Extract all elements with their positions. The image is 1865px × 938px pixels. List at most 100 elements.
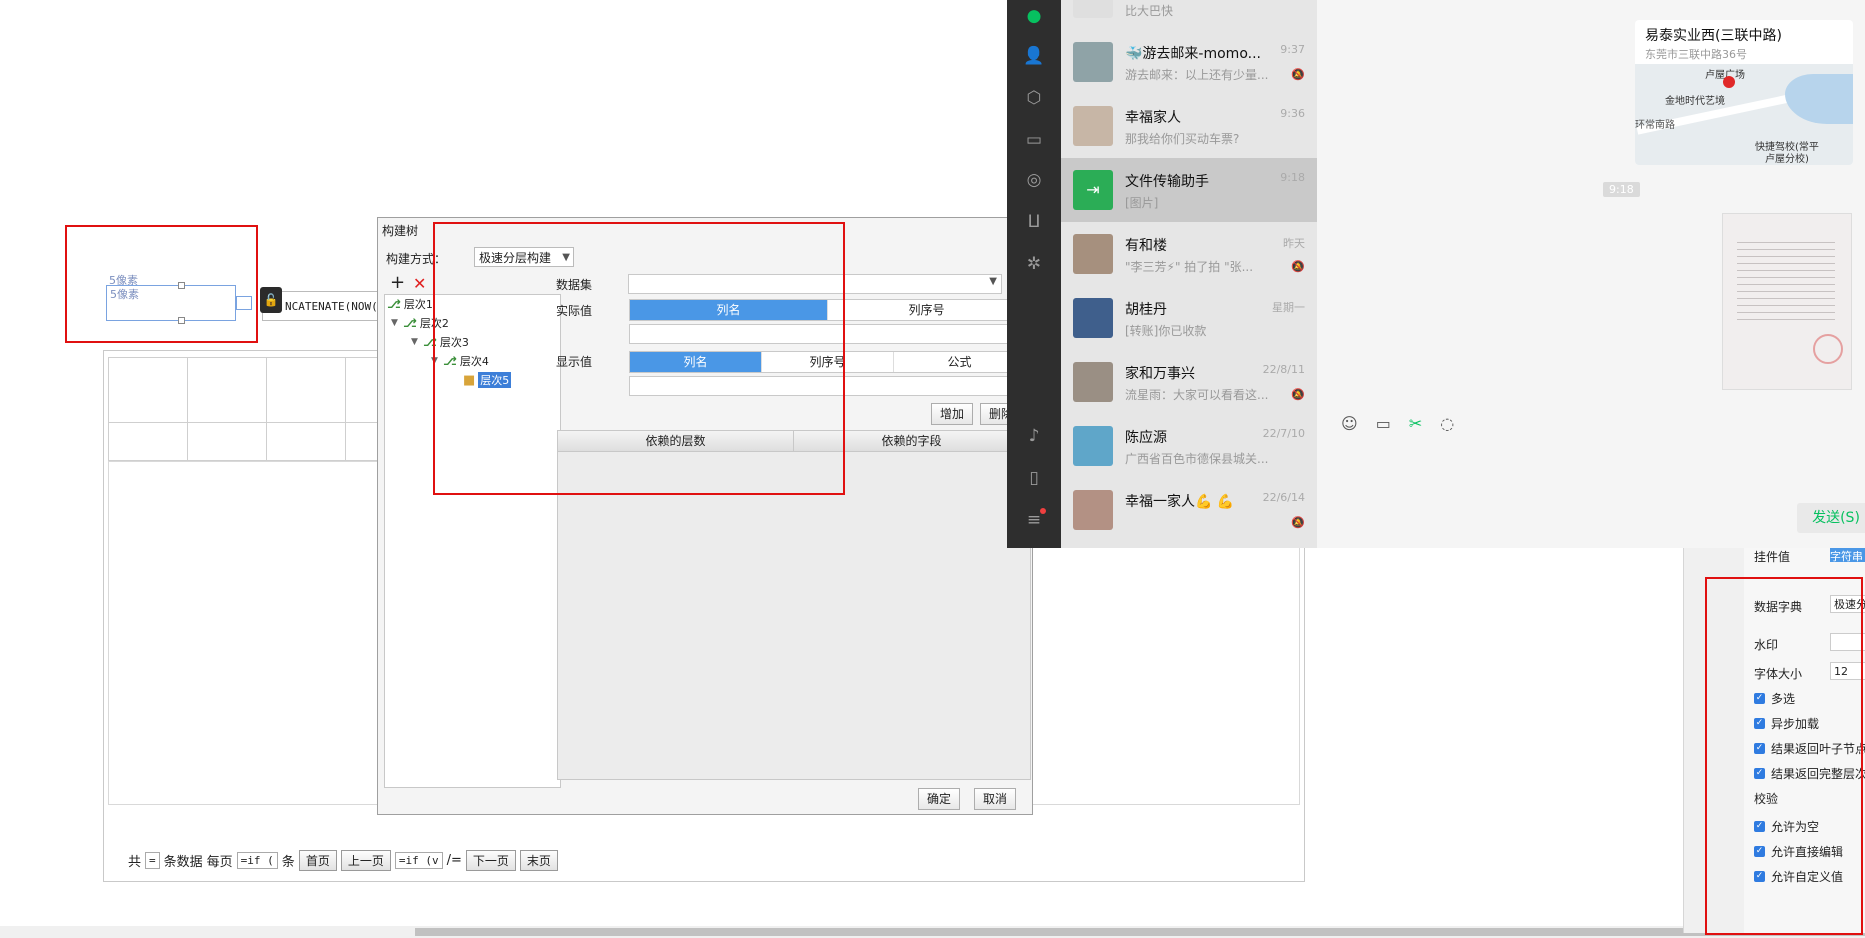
grid-cell[interactable] [266,357,346,423]
dataset-select[interactable]: ▼ [628,274,1002,294]
checkbox-multi[interactable]: ✓ 多选 [1754,690,1795,707]
mute-icon: 🔕 [1291,516,1305,529]
dep-col-level[interactable]: 依赖的层数 [558,431,794,451]
expand-arrow-icon[interactable]: ▼ [411,337,420,347]
build-tree-dialog: 构建树 构建方式： 极速分层构建 ▼ + ✕ ⎇ 层次1 ▼ ⎇ 层次2 ▼ ⎇ 层次3 … [377,217,1033,815]
cancel-button[interactable]: 取消 [974,788,1017,810]
checkbox-allow-empty[interactable]: ✓ 允许为空 [1754,818,1819,835]
dep-col-field[interactable]: 依赖的字段 [794,431,1030,451]
grid-cell[interactable] [108,422,188,461]
avatar [1073,42,1113,82]
unlock-icon[interactable]: 🔓 [260,287,282,313]
red-stamp [1813,334,1843,364]
list-item[interactable]: 幸福家人 那我给你们买动车票? 9:36 [1061,94,1317,158]
add-button[interactable]: 增加 [931,403,974,425]
moments-icon[interactable]: ◎ [1022,168,1046,192]
list-item[interactable]: 陈应源 广西省百色市德保县城关... 22/7/10 [1061,414,1317,478]
tree-node-level5[interactable]: ■ 层次5 [463,372,512,388]
actual-tab-column-index[interactable]: 列序号 [828,300,1026,320]
horizontal-scrollbar[interactable] [0,926,1865,938]
expand-arrow-icon[interactable]: ▼ [431,356,440,366]
scrollbar-thumb[interactable] [415,928,1865,936]
next-page-button[interactable]: 下一页 [465,849,516,871]
list-item[interactable]: 有和楼 "李三芳⚡" 拍了拍 "张... 昨天 🔕 [1061,222,1317,286]
scissors-icon[interactable]: ✂ [1409,414,1422,433]
pager-total-field[interactable]: = [145,851,160,869]
delete-node-icon[interactable]: ✕ [413,275,426,293]
avatar [1073,0,1113,18]
checkbox-leaf[interactable]: ✓ 结果返回叶子节点 [1754,740,1865,757]
document-image-message[interactable] [1722,213,1852,390]
tree-node-level4[interactable]: ▼ ⎇ 层次4 [431,353,489,369]
resize-handle[interactable] [178,317,185,324]
mute-icon: 🔕 [1291,388,1305,401]
list-item[interactable]: 家和万事兴 流星雨：大家可以看看这... 22/8/11 🔕 [1061,350,1317,414]
display-tab-column-name[interactable]: 列名 [630,352,762,372]
check-icon: ✓ [1754,718,1765,729]
checkbox-full-level[interactable]: ✓ 结果返回完整层次 [1754,765,1865,782]
check-icon: ✓ [1754,871,1765,882]
avatar [1073,234,1113,274]
channels-icon[interactable]: ⵡ [1022,210,1046,234]
grid-cell[interactable] [108,357,188,423]
folder-icon[interactable]: ▭ [1376,414,1391,433]
avatar [1073,298,1113,338]
send-button[interactable]: 发送(S) [1797,503,1865,533]
grid-cell[interactable] [187,357,267,423]
display-value-input[interactable] [629,376,1027,396]
tree-node-level3[interactable]: ▼ ⎇ 层次3 [411,334,469,350]
actual-value-input[interactable] [629,324,1027,344]
chat-history-icon[interactable]: ◌ [1440,414,1454,433]
actual-value-tabs: 列名 列序号 [629,299,1027,321]
pager-unit: 条 [281,854,295,870]
string-type-button[interactable]: 字符串 [1830,548,1865,562]
build-method-label: 构建方式： [386,252,447,266]
tree-node-level2[interactable]: ▼ ⎇ 层次2 [391,315,449,331]
notification-dot [1040,508,1046,514]
checkbox-allow-edit[interactable]: ✓ 允许直接编辑 [1754,843,1843,860]
grid-cell[interactable] [187,422,267,461]
music-icon[interactable]: ♪ [1022,424,1046,448]
first-page-button[interactable]: 首页 [298,849,337,871]
ok-button[interactable]: 确定 [918,788,961,810]
contacts-icon[interactable]: 👤 [1022,44,1046,68]
build-method-select[interactable]: 极速分层构建 ▼ [474,247,574,267]
display-value-tabs: 列名 列序号 公式 [629,351,1027,373]
current-page-field[interactable]: =if (v [394,851,443,869]
pixel-size-cell[interactable]: 5像素 [106,282,236,324]
dialog-title: 构建树 [382,224,419,238]
emoji-icon[interactable]: ☺ [1341,414,1358,433]
watermark-input[interactable] [1830,633,1865,651]
grid-cell[interactable] [266,422,346,461]
location-message[interactable]: 易泰实业西(三联中路) 东莞市三联中路36号 卢屋广场 金地时代艺境 环常南路 … [1635,20,1853,165]
folder-icon[interactable]: ▭ [1022,128,1046,152]
tree-node-level1[interactable]: ⎇ 层次1 [387,296,433,312]
dataset-label: 数据集 [556,278,593,292]
table-icon[interactable] [236,296,252,310]
map-pin-icon [1723,76,1735,88]
expand-arrow-icon[interactable]: ▼ [391,318,400,328]
list-item[interactable]: ⇥ 文件传输助手 [图片] 9:18 [1061,158,1317,222]
prev-page-button[interactable]: 上一页 [340,849,391,871]
list-item[interactable]: 比大巴快 [1061,0,1317,30]
location-address: 东莞市三联中路36号 [1645,48,1747,61]
checkbox-allow-custom[interactable]: ✓ 允许自定义值 [1754,868,1843,885]
list-item[interactable]: 胡桂丹 [转账]你已收款 星期一 [1061,286,1317,350]
display-tab-column-index[interactable]: 列序号 [762,352,894,372]
font-size-input[interactable]: 12 [1830,662,1865,680]
chat-icon[interactable]: ● [1022,4,1046,28]
list-item[interactable]: 🐳游去邮来-momo... 游去邮来：以上还有少量... 9:37 🔕 [1061,30,1317,94]
pager-per-page-field[interactable]: =if ( [236,851,278,869]
last-page-button[interactable]: 末页 [519,849,558,871]
phone-icon[interactable]: ▯ [1022,466,1046,490]
check-icon: ✓ [1754,821,1765,832]
list-item[interactable]: 幸福一家人💪 💪 22/6/14 🔕 [1061,478,1317,542]
actual-tab-column-name[interactable]: 列名 [630,300,828,320]
file-transfer-icon: ⇥ [1073,170,1113,210]
collections-icon[interactable]: ⬡ [1022,86,1046,110]
add-node-icon[interactable]: + [390,274,405,292]
checkbox-async[interactable]: ✓ 异步加载 [1754,715,1819,732]
miniprogram-icon[interactable]: ✲ [1022,252,1046,276]
dict-select[interactable]: 极速分 [1830,595,1865,613]
resize-handle[interactable] [178,282,185,289]
